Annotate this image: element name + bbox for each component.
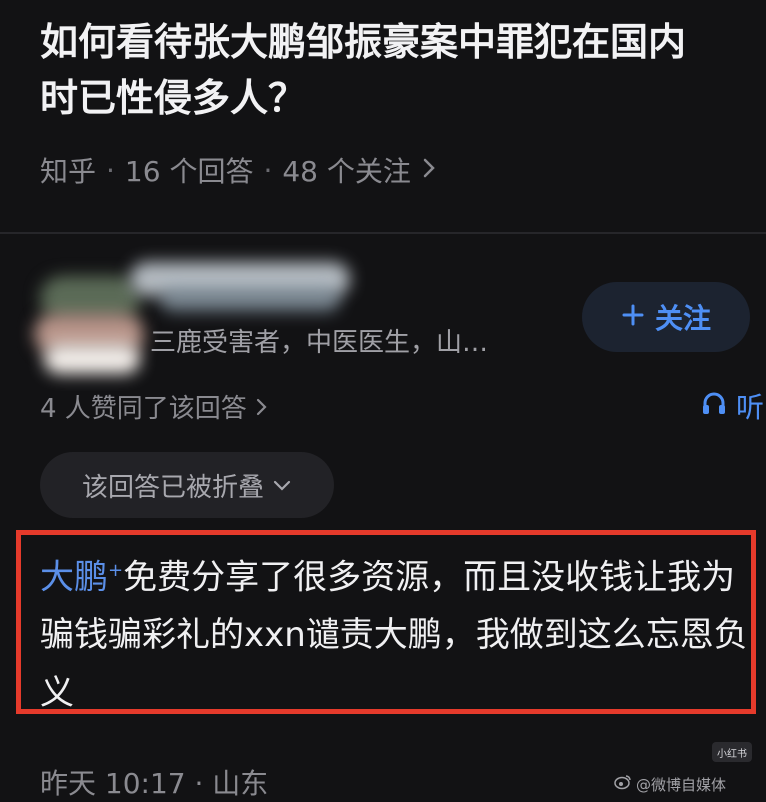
listen-button[interactable]: 听 (700, 386, 764, 426)
follow-button-label: 关注 (654, 302, 711, 335)
weibo-icon (614, 774, 632, 794)
answer-count: 16 个回答 (124, 155, 254, 188)
weibo-watermark: @微博自媒体 (614, 770, 766, 798)
headphones-icon (700, 389, 728, 424)
chevron-down-icon (272, 470, 292, 500)
listen-label: 听 (736, 391, 765, 424)
author-badge-plus: + (108, 560, 124, 581)
comment-timestamp: 昨天 10:17 · 山东 (40, 767, 269, 800)
comment-body: 免费分享了很多资源，而且没收钱让我为骗钱骗彩礼的xxn谴责大鹏，我做到这么忘恩负… (40, 557, 748, 714)
chevron-right-icon (421, 154, 437, 187)
comment-author-name[interactable]: 大鹏 (40, 557, 108, 597)
follow-button[interactable]: 关注 (582, 282, 750, 352)
source-label: 知乎 (40, 155, 97, 188)
plus-icon (621, 301, 645, 334)
upvote-info[interactable]: 4 人赞同了该回答 (40, 388, 269, 425)
question-title-line-2: 时已性侵多人？ (40, 76, 307, 120)
question-meta[interactable]: 知乎 · 16 个回答 · 48 个关注 (40, 150, 437, 190)
blurred-author-info (34, 258, 360, 378)
folded-answer-toggle[interactable]: 该回答已被折叠 (40, 452, 334, 518)
separator-dot: · (106, 153, 115, 187)
upvote-text: 4 人赞同了该回答 (40, 394, 247, 424)
question-title-line-1: 如何看待张大鹏邹振豪案中罪犯在国内 (40, 20, 687, 64)
separator-dot: · (263, 153, 273, 187)
xiaohongshu-logo: 小红书 (712, 742, 752, 762)
section-divider (0, 232, 766, 234)
author-subtitle: 三鹿受害者，中医医生，山… (150, 328, 489, 358)
watermark-text: @微博自媒体 (636, 775, 727, 794)
comment-text: 大鹏+免费分享了很多资源，而且没收钱让我为骗钱骗彩礼的xxn谴责大鹏，我做到这么… (40, 542, 756, 722)
question-title[interactable]: 如何看待张大鹏邹振豪案中罪犯在国内 时已性侵多人？ (40, 14, 766, 126)
chevron-right-icon (255, 394, 269, 424)
fold-label: 该回答已被折叠 (81, 472, 264, 503)
follow-count: 48 个关注 (282, 155, 411, 188)
